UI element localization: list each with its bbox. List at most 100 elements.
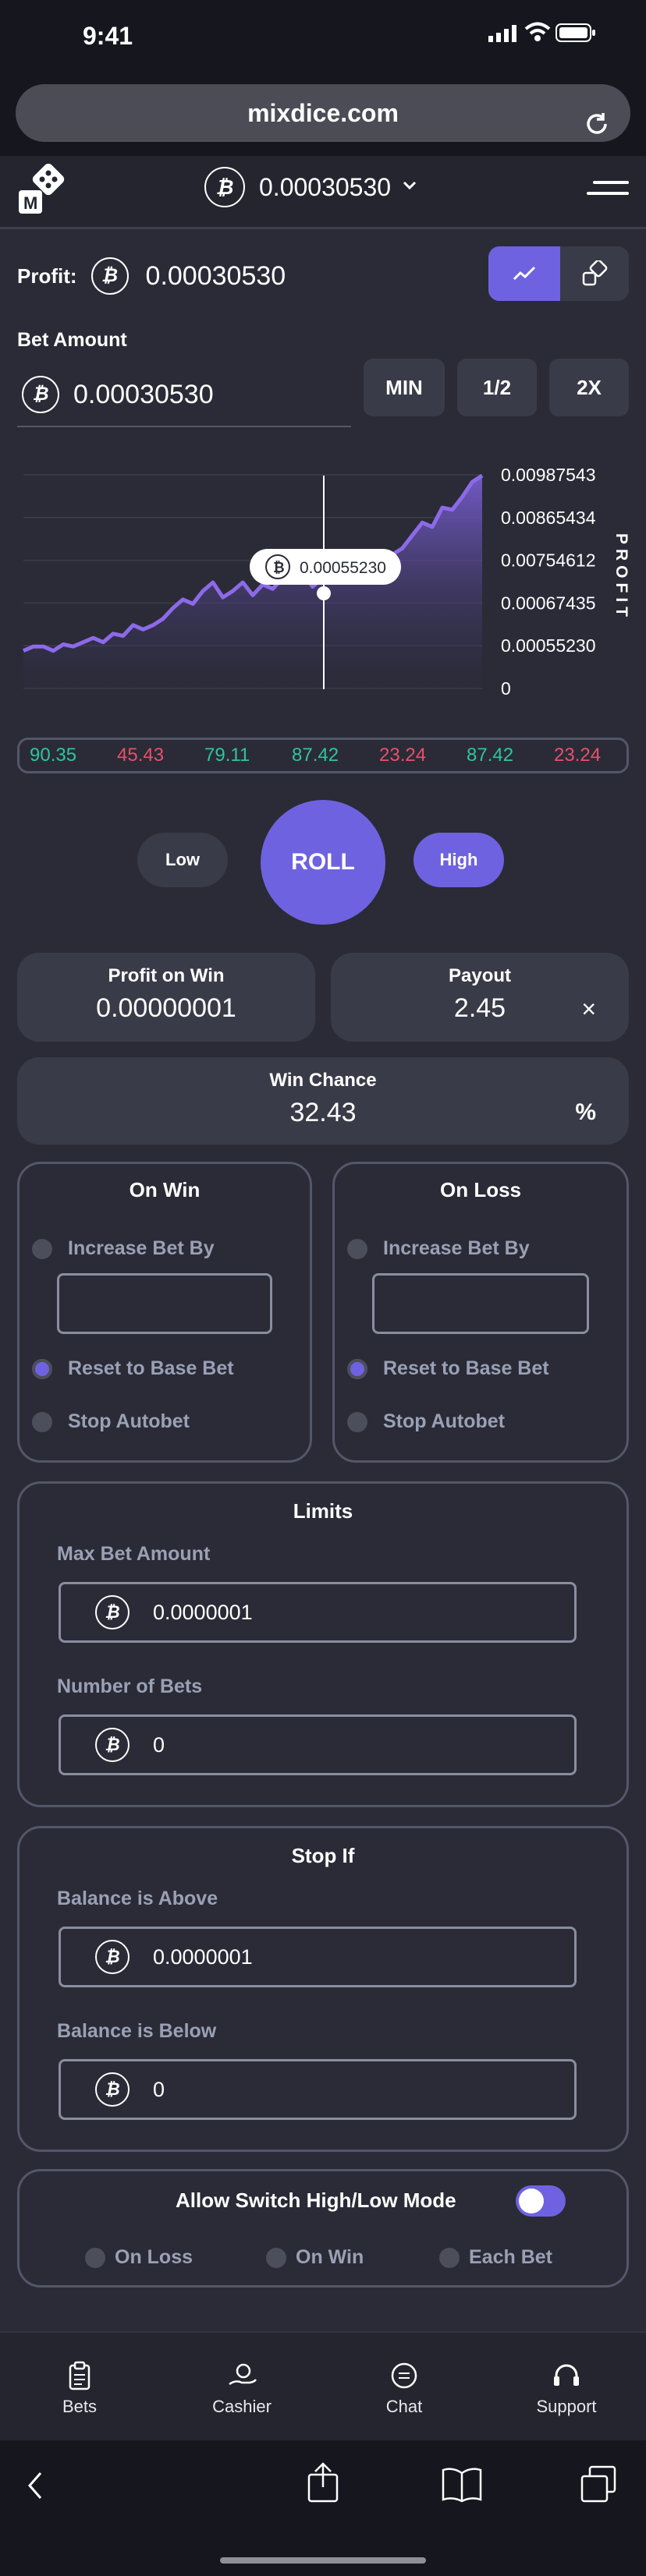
win-chance-value[interactable]: 32.43 <box>17 1098 629 1128</box>
profit-value: 0.00030530 <box>145 260 286 291</box>
balance-above-input[interactable]: ₿ 0.0000001 <box>59 1927 577 1987</box>
on-win-increase-option[interactable]: Increase Bet By <box>32 1237 215 1260</box>
bookmarks-icon[interactable] <box>440 2467 484 2507</box>
on-loss-increase-input[interactable] <box>372 1273 589 1334</box>
radio-icon[interactable] <box>347 1411 367 1432</box>
tab-bets[interactable]: Bets <box>17 2361 142 2417</box>
bets-clipboard-icon <box>69 2361 91 2390</box>
win-chance-card: Win Chance 32.43 % <box>17 1057 629 1145</box>
tab-cashier[interactable]: Cashier <box>179 2361 304 2417</box>
switch-on-loss-option[interactable]: On Loss <box>85 2246 193 2269</box>
radio-selected-icon[interactable] <box>32 1358 52 1379</box>
tab-support[interactable]: Support <box>504 2361 629 2417</box>
max-bet-label: Max Bet Amount <box>57 1543 211 1565</box>
chart-view-button[interactable] <box>488 246 560 301</box>
chart-y-tick-label: 0.00865434 <box>501 508 596 528</box>
switch-each-bet-label: Each Bet <box>469 2246 552 2268</box>
radio-icon[interactable] <box>347 1238 367 1259</box>
switch-on-win-option[interactable]: On Win <box>266 2246 364 2269</box>
high-button[interactable]: High <box>414 833 504 887</box>
logo[interactable]: M <box>16 163 70 218</box>
low-button[interactable]: Low <box>137 833 228 887</box>
on-loss-increase-label: Increase Bet By <box>383 1237 530 1259</box>
max-bet-value: 0.0000001 <box>153 1600 253 1624</box>
chart-y-tick-label: 0.00754612 <box>501 550 596 571</box>
history-value: 90.35 <box>30 745 77 766</box>
payout-card: Payout 2.45 × <box>331 953 629 1042</box>
share-icon[interactable] <box>306 2462 340 2508</box>
double-button[interactable]: 2X <box>549 359 629 416</box>
status-bar: 9:41 <box>0 0 646 78</box>
reload-icon[interactable] <box>584 100 610 134</box>
bet-amount-label: Bet Amount <box>17 329 127 351</box>
dice-view-button[interactable] <box>560 246 629 301</box>
home-indicator <box>220 2557 426 2564</box>
radio-icon[interactable] <box>32 1411 52 1432</box>
on-loss-increase-option[interactable]: Increase Bet By <box>347 1237 530 1260</box>
history-value: 87.42 <box>292 745 339 766</box>
roll-button[interactable]: ROLL <box>261 800 385 925</box>
url-bar[interactable]: mixdice.com <box>16 84 630 142</box>
on-loss-reset-label: Reset to Base Bet <box>383 1357 549 1379</box>
bitcoin-icon: ₿ <box>95 1940 130 1974</box>
on-win-reset-label: Reset to Base Bet <box>68 1357 234 1379</box>
profit-label: Profit: <box>17 264 77 288</box>
win-chance-label: Win Chance <box>269 1070 377 1091</box>
bet-amount-value: 0.00030530 <box>73 379 214 409</box>
on-win-reset-option[interactable]: Reset to Base Bet <box>32 1357 234 1380</box>
profit-chart-svg: 0.00987543 0.00865434 0.00754612 0.00067435… <box>23 465 630 699</box>
profit-on-win-value[interactable]: 0.00000001 <box>17 993 315 1024</box>
bitcoin-icon: ₿ <box>95 1595 130 1629</box>
on-win-increase-input[interactable] <box>57 1273 272 1334</box>
on-loss-reset-option[interactable]: Reset to Base Bet <box>347 1357 549 1380</box>
radio-icon[interactable] <box>85 2247 105 2268</box>
hamburger-menu-icon[interactable] <box>587 179 630 198</box>
logo-letter: M <box>23 193 38 213</box>
half-button[interactable]: 1/2 <box>457 359 537 416</box>
history-value: 45.43 <box>117 745 165 766</box>
status-time: 9:41 <box>83 22 133 50</box>
bet-amount-input[interactable]: ₿ 0.00030530 <box>17 363 351 427</box>
profit-on-win-card: Profit on Win 0.00000001 <box>17 953 315 1042</box>
payout-label: Payout <box>448 965 511 986</box>
back-chevron-icon[interactable] <box>23 2470 47 2505</box>
browser-toolbar <box>0 2440 646 2576</box>
bitcoin-icon: ₿ <box>22 376 59 413</box>
tab-chat-label: Chat <box>385 2397 423 2416</box>
switch-each-bet-option[interactable]: Each Bet <box>439 2246 552 2269</box>
radio-icon[interactable] <box>266 2247 286 2268</box>
balance-above-value: 0.0000001 <box>153 1944 253 1969</box>
wifi-icon <box>524 22 551 42</box>
history-value: 87.42 <box>467 745 514 766</box>
percent-icon: % <box>575 1099 596 1125</box>
chart-y-tick-label: 0.00987543 <box>501 465 596 485</box>
bitcoin-symbol: ₿ <box>273 560 285 575</box>
on-loss-stop-option[interactable]: Stop Autobet <box>347 1410 505 1433</box>
tab-support-label: Support <box>536 2397 597 2416</box>
max-bet-input[interactable]: ₿ 0.0000001 <box>59 1582 577 1643</box>
on-loss-panel: On Loss Increase Bet By Reset to Base Be… <box>332 1162 629 1463</box>
chart-y-tick-label: 0.00067435 <box>501 593 596 613</box>
radio-icon[interactable] <box>32 1238 52 1259</box>
tabs-icon[interactable] <box>579 2465 618 2508</box>
balance-selector[interactable]: ₿ 0.00030530 <box>204 167 417 207</box>
on-win-stop-option[interactable]: Stop Autobet <box>32 1410 190 1433</box>
switch-mode-toggle[interactable] <box>516 2185 566 2217</box>
on-loss-title: On Loss <box>439 1178 521 1201</box>
battery-icon <box>555 23 596 42</box>
chat-bubble-icon <box>391 2362 417 2389</box>
balance-below-label: Balance is Below <box>57 2020 217 2042</box>
headset-icon <box>554 2364 579 2386</box>
radio-selected-icon[interactable] <box>347 1358 367 1379</box>
radio-icon[interactable] <box>439 2247 460 2268</box>
number-of-bets-input[interactable]: ₿ 0 <box>59 1714 577 1775</box>
payout-multiplier-icon: × <box>581 995 596 1023</box>
header-balance: 0.00030530 <box>259 172 392 201</box>
balance-below-input[interactable]: ₿ 0 <box>59 2059 577 2120</box>
on-win-title: On Win <box>129 1178 201 1201</box>
toggle-knob <box>519 2189 544 2213</box>
min-button[interactable]: MIN <box>364 359 445 416</box>
tab-chat[interactable]: Chat <box>342 2361 467 2417</box>
profit-on-win-label: Profit on Win <box>108 965 225 986</box>
tab-bets-label: Bets <box>62 2397 98 2416</box>
